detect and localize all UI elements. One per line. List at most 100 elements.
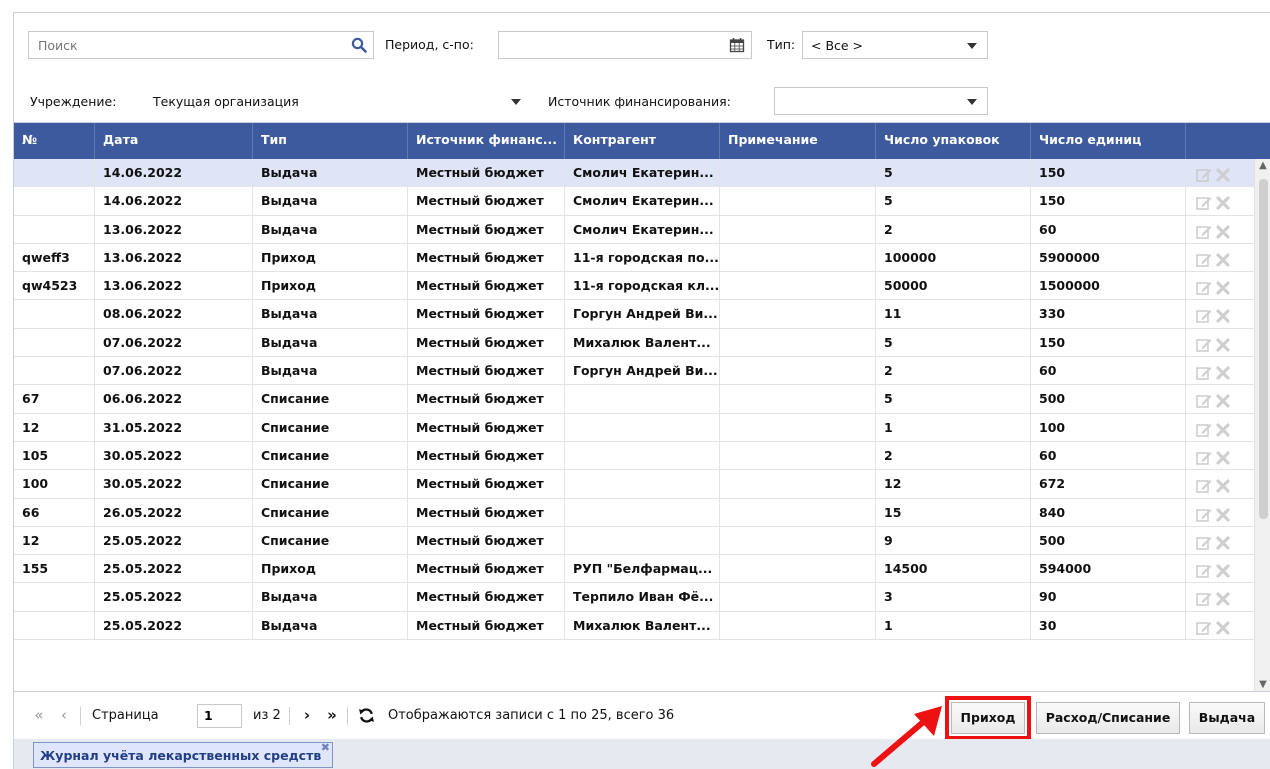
cell-partner: Михалюк Валент...	[565, 611, 720, 640]
cell-packs: 5	[876, 385, 1031, 414]
column-number[interactable]: №	[14, 123, 95, 159]
table-row[interactable]: 155 25.05.2022 Приход Местный бюджет РУП "Бе…	[14, 555, 1254, 584]
table-row[interactable]: 07.06.2022 Выдача Местный бюджет Горгун Анд…	[14, 357, 1254, 386]
table-row[interactable]: 105 30.05.2022 Списание Местный бюджет 2 60	[14, 441, 1254, 471]
delete-icon[interactable]	[1215, 250, 1231, 267]
chevron-down-icon[interactable]	[967, 43, 977, 49]
row-actions	[1186, 357, 1254, 385]
cell-packs: 1	[876, 611, 1031, 640]
edit-icon[interactable]	[1196, 363, 1212, 380]
prev-page-icon[interactable]: ‹	[55, 706, 73, 724]
edit-icon[interactable]	[1196, 618, 1212, 635]
cell-number: 12	[14, 526, 95, 555]
cell-number: 105	[14, 441, 95, 470]
calendar-icon[interactable]	[729, 37, 745, 53]
cell-number	[14, 300, 95, 329]
cell-type: Выдача	[253, 187, 408, 216]
column-packs[interactable]: Число упаковок	[876, 123, 1031, 159]
edit-icon[interactable]	[1196, 533, 1212, 550]
delete-icon[interactable]	[1215, 533, 1231, 550]
delete-icon[interactable]	[1215, 306, 1231, 324]
table-row[interactable]: 12 31.05.2022 Списание Местный бюджет 1 100	[14, 413, 1254, 442]
cell-packs: 2	[876, 215, 1031, 244]
table-row[interactable]: 67 06.06.2022 Списание Местный бюджет 5 500	[14, 385, 1254, 414]
last-page-icon[interactable]: »	[323, 706, 341, 724]
edit-icon[interactable]	[1196, 561, 1212, 578]
income-button[interactable]: Приход	[945, 696, 1031, 740]
delete-icon[interactable]	[1215, 193, 1231, 210]
page-number-input[interactable]: 1	[197, 704, 242, 728]
edit-icon[interactable]	[1196, 222, 1212, 239]
table-row[interactable]: 07.06.2022 Выдача Местный бюджет Михалюк Ва…	[14, 328, 1254, 358]
type-select[interactable]: < Все >	[802, 31, 988, 59]
scroll-down-icon[interactable]: ▼	[1258, 680, 1268, 690]
delete-icon[interactable]	[1215, 589, 1231, 607]
search-input[interactable]: Поиск	[28, 31, 374, 59]
scrollbar-thumb[interactable]	[1259, 179, 1268, 519]
issue-button[interactable]: Выдача	[1189, 702, 1265, 734]
period-input[interactable]	[498, 31, 752, 59]
chevron-down-icon[interactable]	[967, 99, 977, 105]
writeoff-button[interactable]: Расход/Списание	[1036, 702, 1180, 734]
edit-icon[interactable]	[1196, 448, 1212, 465]
tab-journal[interactable]: Журнал учёта лекарственных средств ✖	[33, 741, 333, 768]
delete-icon[interactable]	[1215, 278, 1231, 295]
delete-icon[interactable]	[1215, 363, 1231, 380]
records-status: Отображаются записи с 1 по 25, всего 36	[388, 708, 675, 723]
table-row[interactable]: 25.05.2022 Выдача Местный бюджет Михалюк Ва…	[14, 611, 1254, 641]
vertical-scrollbar[interactable]: ▲ ▼	[1254, 159, 1270, 691]
delete-icon[interactable]	[1215, 561, 1231, 578]
delete-icon[interactable]	[1215, 391, 1231, 408]
table-row[interactable]: 13.06.2022 Выдача Местный бюджет Смолич Ека…	[14, 215, 1254, 244]
table-row[interactable]: qw4523 13.06.2022 Приход Местный бюджет 11-я…	[14, 272, 1254, 301]
table-row[interactable]: qweff3 13.06.2022 Приход Местный бюджет 11-я…	[14, 243, 1254, 273]
edit-icon[interactable]	[1196, 278, 1212, 295]
table-row[interactable]: 100 30.05.2022 Списание Местный бюджет 12 672	[14, 470, 1254, 499]
delete-icon[interactable]	[1215, 448, 1231, 465]
refresh-icon[interactable]	[358, 707, 375, 724]
chevron-down-icon[interactable]	[511, 99, 521, 105]
edit-icon[interactable]	[1196, 193, 1212, 210]
delete-icon[interactable]	[1215, 335, 1231, 352]
delete-icon[interactable]	[1215, 222, 1231, 239]
close-icon[interactable]: ✖	[321, 741, 330, 754]
source-select[interactable]	[774, 87, 988, 115]
table-row[interactable]: 08.06.2022 Выдача Местный бюджет Горгун Анд…	[14, 300, 1254, 329]
cell-units: 594000	[1031, 555, 1186, 584]
table-row[interactable]: 14.06.2022 Выдача Местный бюджет Смолич Ека…	[14, 159, 1254, 188]
first-page-icon[interactable]: «	[30, 706, 48, 724]
delete-icon[interactable]	[1215, 505, 1231, 522]
delete-icon[interactable]	[1215, 618, 1231, 635]
cell-date: 14.06.2022	[95, 187, 253, 216]
edit-icon[interactable]	[1196, 250, 1212, 267]
edit-icon[interactable]	[1196, 589, 1212, 607]
search-icon[interactable]	[351, 37, 367, 53]
column-type[interactable]: Тип	[253, 123, 408, 159]
edit-icon[interactable]	[1196, 165, 1212, 182]
table-row[interactable]: 25.05.2022 Выдача Местный бюджет Терпило Ив…	[14, 583, 1254, 612]
table-row[interactable]: 14.06.2022 Выдача Местный бюджет Смолич Ека…	[14, 187, 1254, 216]
edit-icon[interactable]	[1196, 505, 1212, 522]
column-units[interactable]: Число единиц	[1031, 123, 1186, 159]
delete-icon[interactable]	[1215, 165, 1231, 182]
table-row[interactable]: 66 26.05.2022 Списание Местный бюджет 15 840	[14, 498, 1254, 527]
edit-icon[interactable]	[1196, 476, 1212, 493]
delete-icon[interactable]	[1215, 420, 1231, 437]
column-partner[interactable]: Контрагент	[565, 123, 720, 159]
edit-icon[interactable]	[1196, 335, 1212, 352]
column-source[interactable]: Источник финанс...	[408, 123, 565, 159]
edit-icon[interactable]	[1196, 306, 1212, 324]
cell-source: Местный бюджет	[408, 555, 565, 584]
delete-icon[interactable]	[1215, 476, 1231, 493]
cell-date: 07.06.2022	[95, 328, 253, 357]
table-row[interactable]: 12 25.05.2022 Списание Местный бюджет 9 500	[14, 526, 1254, 556]
column-date[interactable]: Дата	[95, 123, 253, 159]
edit-icon[interactable]	[1196, 391, 1212, 409]
filter-bar: Поиск Период, с-по: Тип: < Все > Учрежде…	[14, 13, 1270, 123]
column-note[interactable]: Примечание	[720, 123, 876, 159]
scroll-up-icon[interactable]: ▲	[1258, 161, 1268, 171]
next-page-icon[interactable]: ›	[298, 706, 316, 724]
institution-select[interactable]: Текущая организация	[144, 87, 532, 115]
cell-packs: 9	[876, 526, 1031, 555]
edit-icon[interactable]	[1196, 420, 1212, 437]
